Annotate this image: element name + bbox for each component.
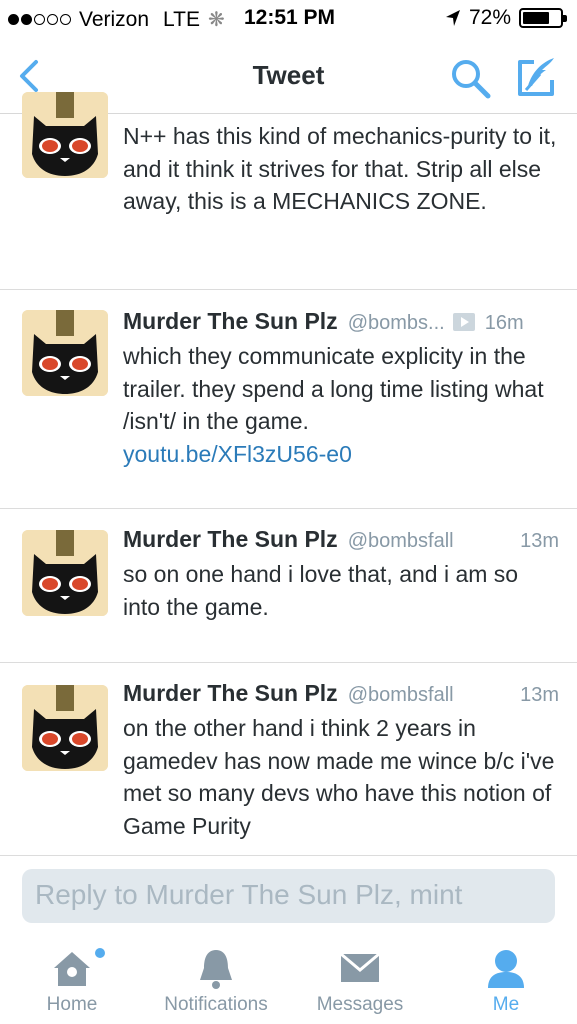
tweet-text: which they communicate explicity in the … [123, 343, 544, 434]
tweet-header: Murder The Sun Plz @bombsfall 13m [123, 680, 559, 712]
tweet-body: Murder The Sun Plz @bombs... 16m which t… [123, 308, 559, 470]
person-icon [488, 950, 524, 988]
tweet-text: so on one hand i love that, and i am so … [123, 561, 519, 620]
location-arrow-icon [445, 10, 460, 26]
activity-spinner-icon: ❋ [208, 9, 225, 31]
tweet-item[interactable]: Murder The Sun Plz @bombsfall 13m so on … [0, 509, 577, 663]
tab-home[interactable]: Home [20, 936, 124, 1024]
signal-dot [47, 14, 58, 25]
signal-dot [8, 14, 19, 25]
tab-label: Notifications [164, 994, 268, 1015]
author-handle: @bombs... [347, 312, 445, 334]
cat-avatar-icon [22, 310, 108, 396]
tweet-timestamp: 13m [520, 684, 559, 706]
avatar[interactable] [22, 530, 108, 616]
network-type: LTE [163, 7, 201, 31]
avatar[interactable] [22, 685, 108, 771]
author-handle: @bombsfall [347, 530, 454, 552]
search-button[interactable] [448, 56, 494, 102]
tab-messages[interactable]: Messages [306, 936, 414, 1024]
author-name[interactable]: Murder The Sun Plz [123, 308, 338, 335]
cat-avatar-icon [22, 92, 108, 178]
tweet-item[interactable]: N++ has this kind of mechanics-purity to… [0, 92, 577, 290]
author-name[interactable]: Murder The Sun Plz [123, 680, 338, 707]
battery-fill [523, 12, 549, 24]
tab-notifications[interactable]: Notifications [150, 936, 282, 1024]
tweet-item[interactable]: Murder The Sun Plz @bombs... 16m which t… [0, 290, 577, 509]
tab-label: Home [46, 994, 98, 1015]
tab-bar: Home Notifications Messages Me [0, 936, 577, 1024]
video-play-icon [452, 313, 475, 331]
author-name[interactable]: Murder The Sun Plz [123, 526, 338, 553]
home-icon [54, 952, 90, 986]
cat-avatar-icon [22, 685, 108, 771]
status-time: 12:51 PM [244, 6, 336, 29]
tweet-link[interactable]: youtu.be/XFl3zU56-e0 [123, 438, 559, 471]
battery-tip [563, 15, 567, 22]
status-bar: Verizon LTE ❋ 12:51 PM 72% [0, 0, 577, 38]
tab-label: Me [492, 994, 520, 1015]
tweet-item[interactable]: Murder The Sun Plz @bombsfall 13m on the… [0, 663, 577, 856]
signal-dot [34, 14, 45, 25]
tweet-body: Murder The Sun Plz @bombsfall 13m on the… [123, 680, 559, 842]
tweet-timestamp: 16m [484, 312, 524, 334]
avatar[interactable] [22, 92, 108, 178]
tab-label: Messages [316, 994, 404, 1015]
cat-avatar-icon [22, 530, 108, 616]
avatar[interactable] [22, 310, 108, 396]
signal-strength-icon [8, 14, 71, 25]
battery-icon [519, 8, 567, 28]
tweet-text: on the other hand i think 2 years in gam… [123, 715, 555, 839]
search-icon [452, 60, 491, 99]
status-left: Verizon LTE ❋ [8, 7, 237, 32]
tweet-header: Murder The Sun Plz @bombsfall 13m [123, 526, 559, 558]
battery-percent: 72% [468, 6, 511, 29]
signal-dot [60, 14, 71, 25]
tweet-body: Murder The Sun Plz @bombsfall 13m so on … [123, 526, 559, 623]
status-right: 72% [445, 6, 567, 30]
bell-icon [200, 950, 232, 989]
notification-dot [95, 948, 105, 958]
tweet-timestamp: 13m [520, 530, 559, 552]
compose-tweet-button[interactable] [512, 54, 560, 102]
reply-input[interactable]: Reply to Murder The Sun Plz, mint [22, 869, 555, 923]
carrier-name: Verizon [79, 7, 150, 31]
tweet-body: N++ has this kind of mechanics-purity to… [123, 120, 559, 218]
tab-me[interactable]: Me [466, 936, 546, 1024]
compose-icon [518, 58, 554, 96]
tweet-header: Murder The Sun Plz @bombs... 16m [123, 308, 559, 340]
signal-dot [21, 14, 32, 25]
envelope-icon [340, 952, 380, 982]
author-handle: @bombsfall [347, 684, 454, 706]
tweet-text: N++ has this kind of mechanics-purity to… [123, 123, 557, 214]
reply-placeholder: Reply to Murder The Sun Plz, mint [35, 879, 463, 910]
